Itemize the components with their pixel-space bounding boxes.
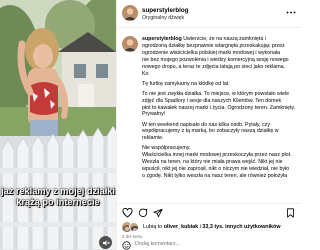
post-date: 2 dni temu (122, 234, 143, 239)
likes-prefix: Lubią to (143, 224, 164, 230)
video-frame-image (0, 0, 116, 250)
caption-text: To nie jest zwykła działka. To miejsce, … (142, 90, 290, 97)
caption-text: nie bez mojego pozwolenia i wiedzy komer… (142, 56, 289, 63)
heart-icon[interactable] (122, 208, 133, 218)
caption-text: reklamie. (142, 135, 164, 142)
post-header: superstylerblog Oryginalny dźwięk (117, 0, 301, 28)
post-caption: superstylerblog Uwierzcie, że na naszą z… (142, 36, 301, 206)
author-username[interactable]: superstylerblog (142, 7, 188, 14)
caption-text: współpracujemy z tą marką, bo zobaczyły … (142, 128, 279, 135)
caption-line: Weszła na teren, na który nie miała praw… (142, 159, 301, 166)
likes-user[interactable]: oliver_kubiak (164, 224, 198, 230)
liker-avatar[interactable] (129, 222, 139, 232)
caption-line: o zgodę. Nikt tylko weszła na nasz teren… (142, 173, 301, 180)
caption-line: Właścicielka innej marki modowej przesko… (142, 152, 301, 159)
caption-text: Nie współpracujemy. (142, 145, 191, 152)
caption-line: reklamie. (142, 135, 301, 142)
more-icon[interactable] (286, 11, 296, 14)
caption-line: zdjęć dla Spadlory i sesje dla naszych K… (142, 98, 301, 105)
caption-line: płot to kawałek naszej marki i życia. Og… (142, 105, 301, 112)
comment-icon[interactable] (138, 208, 148, 218)
caption-line: W ten weekend napisało do nas kilka osób… (142, 122, 301, 129)
post-panel: superstylerblog Oryginalny dźwięk supers… (116, 0, 301, 250)
likes-others[interactable]: 33,3 tys. innych użytkowników (202, 224, 280, 230)
caption-line: Tę furtkę zamykamy na kłódkę od lat. (142, 81, 301, 88)
caption-line: nowego dropu, a teraz te zdjęcia latają … (142, 64, 301, 71)
audio-label[interactable]: Oryginalny dźwięk (142, 15, 184, 21)
caption-line: Nie współpracujemy. (142, 145, 301, 152)
caption-text: nowego dropu, a teraz te zdjęcia latają … (142, 63, 286, 70)
caption-line: współpracujemy z tą marką, bo zobaczyły … (142, 128, 301, 135)
share-icon[interactable] (153, 208, 163, 218)
post-media[interactable]: jaz reklamy z mojej działki krążą po int… (0, 0, 116, 250)
caption-avatar[interactable] (122, 36, 138, 52)
caption-text: ogrodzoną działkę bezprawnie wtargnęła p… (142, 42, 285, 49)
bookmark-icon[interactable] (286, 208, 295, 218)
caption-text: Uwierzcie, że na naszą zamknięta i (181, 36, 266, 42)
caption-line: nie bez mojego pozwolenia i wiedzy komer… (142, 57, 301, 64)
volume-icon (102, 239, 109, 246)
caption-text: Tę furtkę zamykamy na kłódkę od lat. (142, 80, 230, 87)
caption-line: To nie jest zwykła działka. To miejsce, … (142, 91, 301, 98)
caption-line: ogrodzoną działkę bezprawnie wtargnęła p… (142, 43, 301, 50)
caption-text: ogrodzenie właścicielka polskiej marki m… (142, 49, 281, 56)
caption-text: Prywatny! (142, 111, 166, 118)
video-caption-line-2: krążą po internecie (16, 197, 100, 207)
comment-input[interactable] (135, 241, 295, 247)
caption-line: superstylerblog Uwierzcie, że na naszą z… (142, 36, 301, 43)
caption-line: Ko (142, 71, 301, 78)
caption-text: wpuścił, nikt jej nie zaprosił, nikt o n… (142, 166, 290, 173)
caption-line: ogrodzenie właścicielka polskiej marki m… (142, 50, 301, 57)
likes-summary[interactable]: Lubią to oliver_kubiak i 33,3 tys. innyc… (143, 224, 281, 230)
caption-text: zdjęć dla Spadlory i sesje dla naszych K… (142, 97, 282, 104)
caption-text: W ten weekend napisało do nas kilka osób… (142, 121, 270, 128)
caption-text: płot to kawałek naszej marki i życia. Og… (142, 104, 296, 111)
emoji-icon[interactable] (122, 241, 131, 250)
volume-button[interactable] (99, 236, 112, 249)
caption-line: wpuścił, nikt jej nie zaprosił, nikt o n… (142, 166, 301, 173)
caption-text: Weszła na teren, na który nie miała praw… (142, 159, 283, 166)
caption-username[interactable]: superstylerblog (142, 36, 182, 42)
caption-text: Właścicielka innej marki modowej przesko… (142, 152, 292, 159)
caption-text: o zgodę. Nikt tylko weszła na nasz teren… (142, 173, 288, 180)
likes-row: Lubią to oliver_kubiak i 33,3 tys. innyc… (117, 221, 301, 235)
avatar[interactable] (122, 5, 138, 21)
comment-row (117, 240, 301, 250)
video-caption-line-1: jaz reklamy z mojej działki (1, 186, 115, 196)
caption-text: Ko (142, 70, 149, 77)
action-bar (117, 203, 301, 221)
caption-line: Prywatny! (142, 111, 301, 118)
